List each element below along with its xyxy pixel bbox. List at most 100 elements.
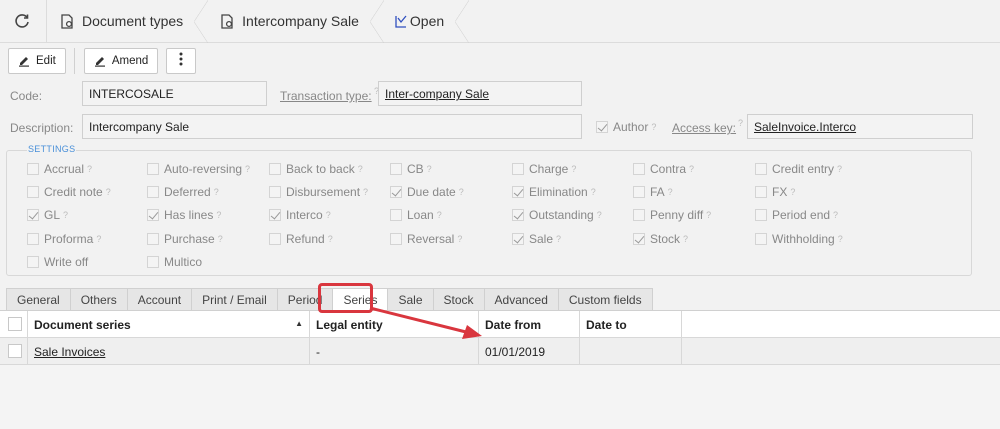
setting-deferred-checkbox[interactable]: Deferred?: [147, 185, 219, 199]
code-field[interactable]: INTERCOSALE: [82, 81, 267, 106]
vertical-dots-icon: [179, 52, 183, 69]
tab-stock[interactable]: Stock: [432, 288, 485, 310]
setting-label: Due date: [407, 185, 456, 199]
setting-stock-checkbox[interactable]: Stock?: [633, 232, 688, 246]
date-to-cell: [580, 338, 682, 365]
tab-advanced[interactable]: Advanced: [483, 288, 559, 310]
setting-contra-checkbox[interactable]: Contra?: [633, 162, 694, 176]
setting-auto-reversing-checkbox[interactable]: Auto-reversing?: [147, 162, 250, 176]
column-date-to[interactable]: Date to: [580, 311, 682, 338]
column-legal-entity[interactable]: Legal entity: [310, 311, 479, 338]
breadcrumb-intercompany-sale[interactable]: Intercompany Sale: [201, 0, 384, 43]
setting-accrual-checkbox[interactable]: Accrual?: [27, 162, 92, 176]
refresh-button[interactable]: [0, 0, 46, 42]
setting-reversal-checkbox[interactable]: Reversal?: [390, 232, 462, 246]
setting-label: Auto-reversing: [164, 162, 243, 176]
row-checkbox[interactable]: [8, 344, 22, 358]
description-field[interactable]: Intercompany Sale: [82, 114, 582, 139]
edit-button[interactable]: Edit: [8, 47, 66, 74]
checkbox-box: [27, 233, 39, 245]
setting-refund-checkbox[interactable]: Refund?: [269, 232, 333, 246]
breadcrumb-open[interactable]: Open: [377, 0, 470, 43]
setting-cb-checkbox[interactable]: CB?: [390, 162, 432, 176]
setting-label: Penny diff: [650, 208, 704, 222]
setting-write-off-checkbox[interactable]: Write off: [27, 255, 88, 269]
checkbox-box: [390, 163, 402, 175]
setting-label: Contra: [650, 162, 687, 176]
column-date-from[interactable]: Date from: [479, 311, 580, 338]
setting-disbursement-checkbox[interactable]: Disbursement?: [269, 185, 368, 199]
breadcrumb-document-types[interactable]: Document types: [47, 0, 209, 43]
setting-charge-checkbox[interactable]: Charge?: [512, 162, 576, 176]
setting-period-end-checkbox[interactable]: Period end?: [755, 208, 838, 222]
transaction-type-field[interactable]: Inter-company Sale: [378, 81, 582, 106]
setting-has-lines-checkbox[interactable]: Has lines?: [147, 208, 221, 222]
breadcrumb-label: Intercompany Sale: [242, 13, 359, 29]
more-options-button[interactable]: [166, 47, 197, 74]
setting-elimination-checkbox[interactable]: Elimination?: [512, 185, 596, 199]
checkbox-box: [27, 256, 39, 268]
checkbox-box: [27, 186, 39, 198]
transaction-type-link[interactable]: Transaction type:: [280, 89, 372, 103]
setting-label: Write off: [44, 255, 89, 269]
tab-others[interactable]: Others: [69, 288, 128, 310]
setting-label: Stock: [650, 232, 681, 246]
checkbox-box: [596, 121, 608, 133]
help-icon: ?: [436, 210, 442, 220]
help-icon: ?: [689, 164, 695, 174]
checkbox-box: [147, 256, 159, 268]
setting-credit-entry-checkbox[interactable]: Credit entry?: [755, 162, 842, 176]
setting-label: Charge: [529, 162, 569, 176]
checkbox-box: [147, 163, 159, 175]
help-icon: ?: [837, 234, 843, 244]
setting-gl-checkbox[interactable]: GL?: [27, 208, 68, 222]
setting-proforma-checkbox[interactable]: Proforma?: [27, 232, 101, 246]
column-label: Date to: [586, 318, 627, 332]
setting-due-date-checkbox[interactable]: Due date?: [390, 185, 464, 199]
setting-credit-note-checkbox[interactable]: Credit note?: [27, 185, 111, 199]
setting-label: Outstanding: [529, 208, 594, 222]
checkbox-box: [269, 186, 281, 198]
help-icon: ?: [790, 187, 796, 197]
access-key-field[interactable]: SaleInvoice.Interco: [747, 114, 973, 139]
select-all-cell: [0, 311, 28, 338]
setting-multico-checkbox[interactable]: Multico: [147, 255, 202, 269]
select-all-checkbox[interactable]: [8, 317, 22, 331]
setting-fa-checkbox[interactable]: FA?: [633, 185, 673, 199]
setting-loan-checkbox[interactable]: Loan?: [390, 208, 442, 222]
help-icon: ?: [833, 210, 839, 220]
setting-penny-diff-checkbox[interactable]: Penny diff?: [633, 208, 711, 222]
checkbox-box: [633, 233, 645, 245]
setting-sale-checkbox[interactable]: Sale?: [512, 232, 561, 246]
tab-custom-fields[interactable]: Custom fields: [557, 288, 653, 310]
setting-withholding-checkbox[interactable]: Withholding?: [755, 232, 843, 246]
amend-button[interactable]: Amend: [83, 47, 159, 74]
help-icon: ?: [357, 164, 363, 174]
tab-general[interactable]: General: [6, 288, 71, 310]
setting-label: Period end: [772, 208, 831, 222]
checkbox-box: [147, 233, 159, 245]
setting-outstanding-checkbox[interactable]: Outstanding?: [512, 208, 602, 222]
toolbar: Edit Amend: [0, 43, 1000, 78]
help-icon: ?: [87, 164, 93, 174]
tab-sale[interactable]: Sale: [387, 288, 434, 310]
setting-label: Purchase: [164, 232, 215, 246]
document-series-link[interactable]: Sale Invoices: [28, 338, 310, 365]
setting-label: Back to back: [286, 162, 355, 176]
setting-interco-checkbox[interactable]: Interco?: [269, 208, 331, 222]
author-checkbox[interactable]: Author ?: [596, 120, 656, 134]
breadcrumb-label: Document types: [82, 13, 184, 29]
setting-fx-checkbox[interactable]: FX?: [755, 185, 795, 199]
column-document-series[interactable]: Document series ▲: [28, 311, 310, 338]
checkbox-box: [269, 233, 281, 245]
setting-purchase-checkbox[interactable]: Purchase?: [147, 232, 223, 246]
setting-back-to-back-checkbox[interactable]: Back to back?: [269, 162, 363, 176]
description-label: Description:: [10, 121, 74, 135]
tab-account[interactable]: Account: [126, 288, 193, 310]
document-gear-icon: [61, 13, 74, 29]
access-key-link[interactable]: Access key:: [672, 121, 736, 135]
help-icon: ?: [213, 187, 219, 197]
table-row[interactable]: Sale Invoices - 01/01/2019: [0, 338, 1000, 365]
tab-print-email[interactable]: Print / Email: [191, 288, 278, 310]
help-icon: ?: [706, 210, 712, 220]
